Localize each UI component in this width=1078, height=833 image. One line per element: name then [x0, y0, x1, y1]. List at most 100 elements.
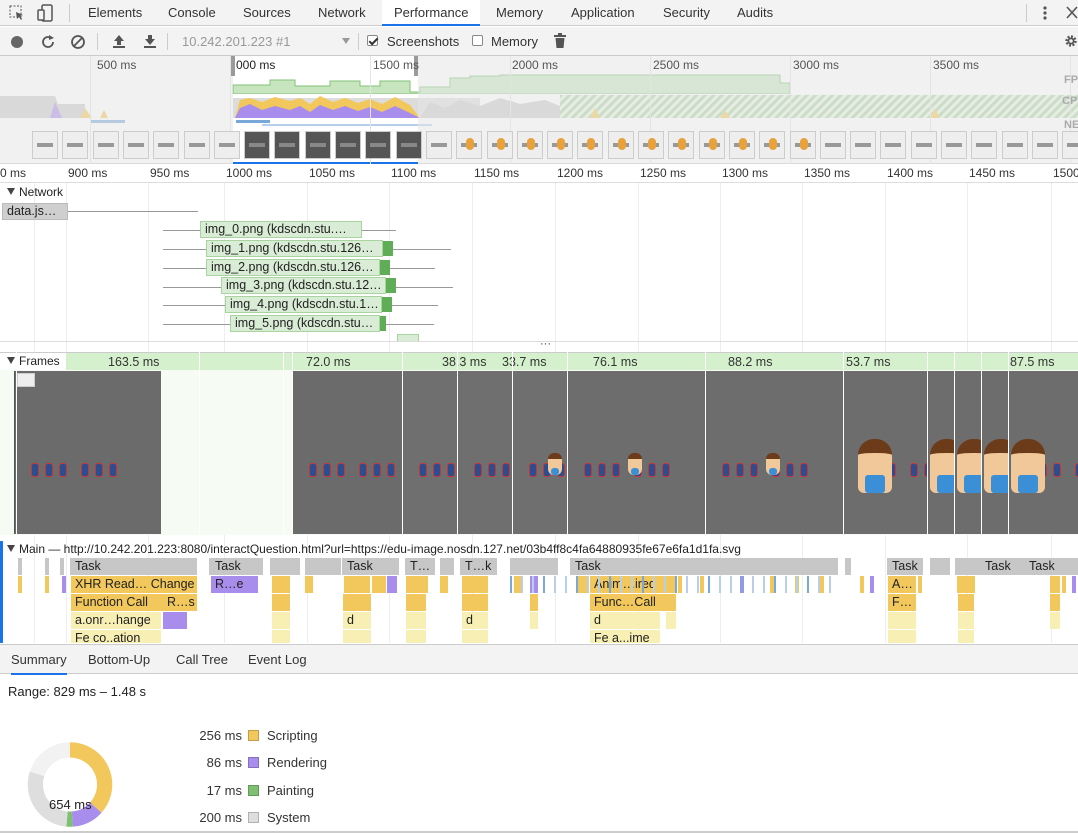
tab-console[interactable]: Console	[168, 0, 216, 26]
filmstrip-thumbnail[interactable]	[1001, 131, 1028, 159]
task-event[interactable]: Task	[981, 558, 1021, 575]
flame-event[interactable]	[958, 612, 974, 629]
flame-event[interactable]	[406, 594, 426, 611]
tab-elements[interactable]: Elements	[88, 0, 142, 26]
flame-event[interactable]	[344, 576, 370, 593]
frame-screenshot[interactable]	[292, 371, 402, 534]
filmstrip-thumbnail[interactable]	[335, 131, 361, 159]
filmstrip-thumbnail[interactable]	[698, 131, 725, 159]
filmstrip-thumbnail[interactable]	[728, 131, 755, 159]
task-event[interactable]	[18, 558, 22, 575]
task-event[interactable]	[845, 558, 851, 575]
task-event[interactable]: Task	[1025, 558, 1065, 575]
filmstrip-thumbnail[interactable]	[789, 131, 816, 159]
flame-chart[interactable]: Task Task Task T… T…k Task Task Task Task XHR Rea…	[0, 558, 1078, 643]
flame-event[interactable]	[888, 612, 916, 629]
selection-handle-left[interactable]	[231, 56, 235, 76]
tab-bottom-up[interactable]: Bottom-Up	[88, 652, 150, 667]
task-event[interactable]	[45, 558, 49, 575]
flame-event[interactable]	[1050, 576, 1060, 593]
tab-summary[interactable]: Summary	[11, 652, 67, 675]
filmstrip-thumbnail[interactable]	[668, 131, 695, 159]
task-event[interactable]	[930, 558, 950, 575]
trash-icon[interactable]	[554, 33, 566, 49]
filmstrip-thumbnail[interactable]	[607, 131, 634, 159]
reload-record-icon[interactable]	[40, 34, 56, 50]
flame-event[interactable]	[272, 630, 290, 643]
task-event[interactable]: Task	[888, 558, 922, 575]
flame-event[interactable]	[406, 612, 426, 629]
flame-event[interactable]	[372, 576, 386, 593]
filmstrip-thumbnail[interactable]	[941, 131, 967, 159]
flame-event[interactable]	[45, 576, 49, 593]
flame-event[interactable]	[530, 612, 538, 629]
save-profile-icon[interactable]	[143, 33, 157, 49]
filmstrip-thumbnail[interactable]	[92, 131, 119, 159]
filmstrip-thumbnail[interactable]	[759, 131, 786, 159]
flame-event[interactable]	[272, 594, 290, 611]
flame-event[interactable]	[406, 630, 426, 643]
flame-event[interactable]	[958, 630, 974, 643]
flame-event[interactable]	[957, 576, 975, 593]
flame-event[interactable]	[666, 612, 676, 629]
flame-event[interactable]	[1050, 594, 1060, 611]
chevron-down-icon[interactable]	[342, 38, 350, 44]
task-event[interactable]	[270, 558, 300, 575]
load-profile-icon[interactable]	[112, 33, 126, 49]
flame-event[interactable]	[462, 594, 488, 611]
frame-screenshot[interactable]	[954, 371, 991, 534]
filmstrip-thumbnail[interactable]	[456, 131, 483, 159]
frame-screenshot[interactable]	[14, 371, 161, 534]
tab-sources[interactable]: Sources	[243, 0, 291, 26]
task-event[interactable]: T…k	[461, 558, 497, 575]
filmstrip-thumbnail[interactable]	[850, 131, 877, 159]
flame-event[interactable]: d	[462, 612, 488, 629]
tab-call-tree[interactable]: Call Tree	[176, 652, 228, 667]
expand-triangle-icon[interactable]	[7, 357, 15, 364]
flame-event[interactable]	[918, 576, 922, 593]
filmstrip-thumbnail[interactable]	[819, 131, 846, 159]
flame-event[interactable]	[343, 630, 371, 643]
flame-event[interactable]	[678, 576, 682, 593]
flame-event[interactable]	[305, 576, 313, 593]
frame-screenshot[interactable]	[567, 371, 705, 534]
device-toolbar-icon[interactable]	[37, 4, 55, 22]
filmstrip-thumbnail[interactable]	[1062, 131, 1078, 159]
network-request[interactable]: img_5.png (kdscdn.stu…	[230, 315, 380, 332]
task-event[interactable]	[510, 558, 558, 575]
frame-screenshot[interactable]	[705, 371, 843, 534]
filmstrip-thumbnail[interactable]	[425, 131, 452, 159]
flame-event[interactable]	[343, 594, 371, 611]
timeline-overview[interactable]: 500 ms 000 ms 1500 ms 2000 ms 2500 ms 3000 ms…	[0, 56, 1078, 164]
frame-screenshot[interactable]	[512, 371, 567, 534]
flame-event[interactable]	[530, 594, 538, 611]
task-event[interactable]: Task	[71, 558, 197, 575]
flame-event[interactable]: Function Call	[71, 594, 166, 611]
filmstrip-thumbnail[interactable]	[577, 131, 604, 159]
network-request[interactable]: img_0.png (kdscdn.stu.…	[200, 221, 362, 238]
flame-event[interactable]	[958, 594, 974, 611]
flame-event[interactable]	[1062, 576, 1066, 593]
flame-event[interactable]	[1072, 576, 1076, 593]
flame-event[interactable]: Func…Call	[590, 594, 666, 611]
filmstrip-thumbnail[interactable]	[62, 131, 89, 159]
frame-screenshot[interactable]	[1008, 371, 1078, 534]
screenshots-checkbox[interactable]	[367, 35, 378, 46]
tab-performance[interactable]: Performance	[382, 0, 481, 26]
tab-security[interactable]: Security	[663, 0, 710, 26]
flame-event[interactable]	[272, 576, 290, 593]
record-icon[interactable]	[10, 35, 24, 49]
flame-event[interactable]: d	[590, 612, 660, 629]
task-event[interactable]	[440, 558, 454, 575]
filmstrip-thumbnail[interactable]	[183, 131, 210, 159]
network-request[interactable]: img_3.png (kdscdn.stu.12…	[221, 277, 386, 294]
tab-network[interactable]: Network	[318, 0, 366, 26]
expand-triangle-icon[interactable]	[7, 188, 15, 195]
inspect-element-icon[interactable]	[9, 5, 25, 21]
filmstrip-thumbnail[interactable]	[122, 131, 149, 159]
flame-event[interactable]	[440, 576, 448, 593]
flame-event[interactable]	[888, 630, 916, 643]
flame-event[interactable]: A…	[888, 576, 916, 593]
flame-event[interactable]	[860, 576, 864, 593]
frame-screenshot[interactable]	[402, 371, 457, 534]
